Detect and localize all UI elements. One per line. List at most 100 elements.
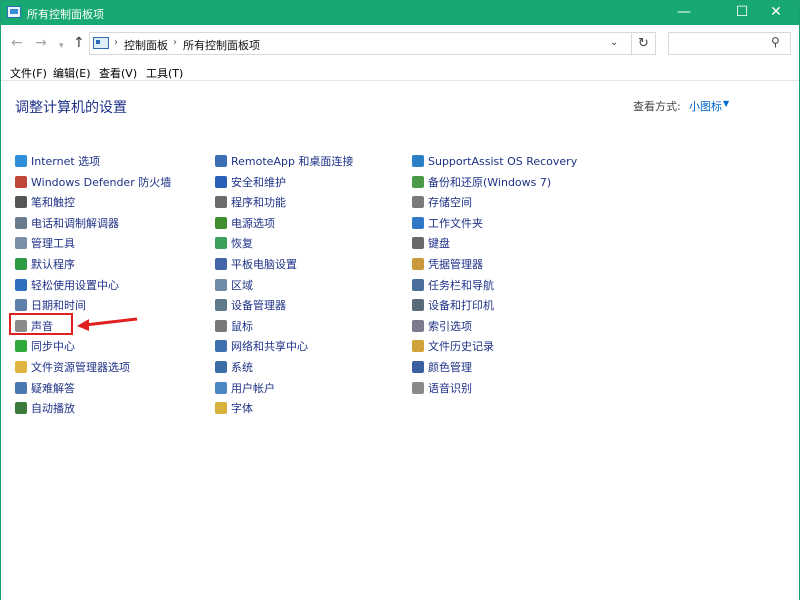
autoplay-icon <box>15 402 27 415</box>
arrow-up-icon[interactable]: ↑ <box>73 36 85 50</box>
item-label: 同步中心 <box>31 340 75 354</box>
item-label: 工作文件夹 <box>428 216 483 230</box>
item-label: 电话和调制解调器 <box>31 216 119 230</box>
view-by-dropdown[interactable]: 小图标 <box>689 98 722 114</box>
menu-bar: 文件(F) 编辑(E) 查看(V) 工具(T) <box>1 63 799 81</box>
keyboard-icon <box>412 237 424 250</box>
sync-icon <box>15 340 27 353</box>
clock-icon <box>15 299 27 312</box>
item-label: 任务栏和导航 <box>428 278 494 292</box>
control-panel-icon <box>93 37 109 49</box>
highlight-box <box>9 313 73 335</box>
firewall-icon <box>15 175 27 188</box>
menu-file[interactable]: 文件(F) <box>10 65 47 81</box>
troubleshoot-icon <box>15 381 27 394</box>
work-folders-icon <box>412 216 424 229</box>
window-title: 所有控制面板项 <box>27 8 104 21</box>
backup-icon <box>412 175 424 188</box>
minimize-button[interactable]: — <box>661 1 707 25</box>
user-accounts-icon <box>215 381 227 394</box>
item-label: 系统 <box>231 361 253 374</box>
breadcrumb-control-panel[interactable]: 控制面板 <box>124 37 168 53</box>
item-label: Windows Defender 防火墙 <box>31 175 172 189</box>
item-label: SupportAssist OS Recovery <box>428 155 578 168</box>
close-button[interactable]: ✕ <box>753 1 799 25</box>
address-bar[interactable]: › 控制面板 › 所有控制面板项 ⌄ <box>89 32 632 55</box>
refresh-icon[interactable]: ↻ <box>632 32 656 55</box>
item-label: RemoteApp 和桌面连接 <box>231 155 354 168</box>
indexing-icon <box>412 319 424 332</box>
item-label: 颜色管理 <box>428 361 472 374</box>
content-area: 调整计算机的设置 查看方式: 小图标 ▼ Internet 选项 Windows … <box>1 82 799 600</box>
page-title: 调整计算机的设置 <box>15 100 127 116</box>
arrow-right-icon[interactable]: → <box>35 36 47 50</box>
chevron-right-icon[interactable]: › <box>173 37 177 48</box>
breadcrumb-all-items[interactable]: 所有控制面板项 <box>183 37 260 53</box>
chevron-down-icon[interactable]: ▼ <box>723 99 729 108</box>
power-icon <box>215 216 227 229</box>
menu-edit[interactable]: 编辑(E) <box>53 65 91 81</box>
title-bar: 所有控制面板项 — ☐ ✕ <box>1 1 799 25</box>
fax-icon <box>15 216 27 229</box>
item-label: 文件资源管理器选项 <box>31 361 130 374</box>
item-label: 自动播放 <box>31 402 75 416</box>
taskbar-icon <box>412 278 424 291</box>
item-label: 字体 <box>231 402 253 416</box>
system-icon <box>215 361 227 373</box>
device-manager-icon <box>215 299 227 312</box>
item-label: 恢复 <box>231 237 253 251</box>
default-programs-icon <box>15 258 27 270</box>
view-by-label: 查看方式: <box>633 100 681 113</box>
admin-tools-icon <box>15 237 27 250</box>
item-label: Internet 选项 <box>31 155 101 168</box>
menu-view[interactable]: 查看(V) <box>99 65 137 81</box>
menu-tools[interactable]: 工具(T) <box>146 65 183 81</box>
item-label: 电源选项 <box>231 216 275 230</box>
item-label: 程序和功能 <box>231 196 286 210</box>
navigation-bar: ← → ▾ ↑ › 控制面板 › 所有控制面板项 ⌄ ↻ ⚲ <box>1 25 799 63</box>
item-label: 鼠标 <box>231 319 253 333</box>
arrow-left-icon[interactable]: ← <box>11 36 23 50</box>
item-label: 键盘 <box>428 237 450 251</box>
storage-icon <box>412 196 424 209</box>
remoteapp-icon <box>215 155 227 167</box>
control-panel-window: 所有控制面板项 — ☐ ✕ ← → ▾ ↑ › 控制面板 › 所有控制面板项 ⌄… <box>0 0 800 600</box>
tablet-icon <box>215 258 227 270</box>
chevron-down-icon[interactable]: ⌄ <box>610 37 618 48</box>
fonts-icon <box>215 402 227 415</box>
search-icon[interactable]: ⚲ <box>771 35 780 49</box>
item-label: 网络和共享中心 <box>231 340 308 354</box>
item-label: 管理工具 <box>31 237 75 251</box>
programs-icon <box>215 196 227 209</box>
credential-icon <box>412 258 424 270</box>
supportassist-icon <box>412 155 424 167</box>
item-label: 索引选项 <box>428 319 472 333</box>
item-label: 用户帐户 <box>231 381 275 395</box>
item-label: 凭据管理器 <box>428 258 483 271</box>
flag-icon <box>215 175 227 188</box>
item-label: 笔和触控 <box>31 196 75 210</box>
item-label: 备份和还原(Windows 7) <box>428 175 552 189</box>
item-label: 语音识别 <box>428 381 472 395</box>
globe-icon <box>15 155 27 167</box>
mouse-icon <box>215 319 227 332</box>
item-label: 设备和打印机 <box>428 299 494 313</box>
folder-options-icon <box>15 361 27 373</box>
item-label: 区域 <box>231 278 253 292</box>
item-label: 设备管理器 <box>231 299 286 313</box>
chevron-down-icon[interactable]: ▾ <box>59 39 64 53</box>
recovery-icon <box>215 237 227 250</box>
item-label: 存储空间 <box>428 196 472 210</box>
item-label: 轻松使用设置中心 <box>31 278 119 292</box>
pen-icon <box>15 196 27 209</box>
item-label: 文件历史记录 <box>428 340 494 354</box>
color-management-icon <box>412 361 424 373</box>
item-label: 疑难解答 <box>31 381 75 395</box>
file-history-icon <box>412 340 424 353</box>
accessibility-icon <box>15 278 27 291</box>
control-panel-icon <box>7 6 21 18</box>
item-label: 平板电脑设置 <box>231 258 297 271</box>
printer-icon <box>412 299 424 312</box>
chevron-right-icon[interactable]: › <box>114 37 118 48</box>
red-arrow-annotation <box>77 317 138 331</box>
